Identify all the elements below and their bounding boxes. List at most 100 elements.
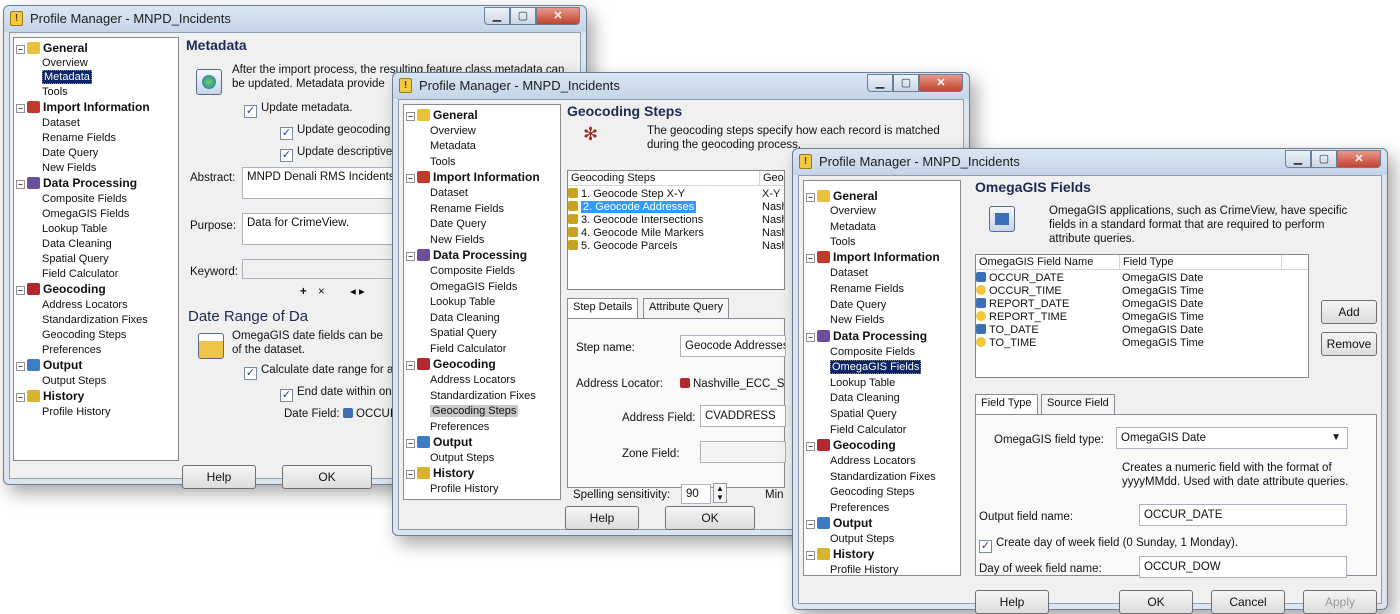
tree-item-data-cleaning[interactable]: Data Cleaning — [830, 391, 900, 405]
tree-item-lookup-table[interactable]: Lookup Table — [42, 222, 107, 236]
tree-group-general[interactable]: − General — [806, 189, 878, 203]
close-button[interactable]: ✕ — [1337, 150, 1381, 168]
tree-item-preferences[interactable]: Preferences — [430, 420, 489, 434]
tree-item-geocoding-steps[interactable]: Geocoding Steps — [830, 485, 914, 499]
tree-item-dataset[interactable]: Dataset — [430, 186, 468, 200]
output-field-name-input[interactable]: OCCUR_DATE — [1139, 504, 1347, 526]
tree-group-history[interactable]: − History — [406, 466, 474, 480]
address-locator-value[interactable]: Nashville_ECC_S — [680, 377, 784, 391]
tree-item-omegagis-fields[interactable]: OmegaGIS Fields — [42, 207, 129, 221]
tree-item-profile-history[interactable]: Profile History — [430, 482, 498, 496]
list-item[interactable]: REPORT_DATE — [976, 298, 1069, 311]
list-item[interactable]: 3. Geocode Intersections — [568, 214, 703, 227]
maximize-button[interactable]: ▢ — [1311, 150, 1337, 168]
ok-button[interactable]: OK — [1119, 590, 1193, 614]
date-field-value[interactable]: OCCUI — [343, 407, 393, 421]
add-keyword-button[interactable]: + — [300, 285, 307, 299]
column-header-steps[interactable]: Geocoding Steps — [568, 171, 760, 186]
tree-item-new-fields[interactable]: New Fields — [830, 313, 884, 327]
help-button[interactable]: Help — [975, 590, 1049, 614]
tree-item-composite-fields[interactable]: Composite Fields — [430, 264, 515, 278]
tree-group-output[interactable]: − Output — [16, 358, 82, 372]
tree-item-dataset[interactable]: Dataset — [830, 266, 868, 280]
tree-item-data-cleaning[interactable]: Data Cleaning — [430, 311, 500, 325]
step-name-field[interactable]: Geocode Addresses — [680, 335, 786, 357]
tree-group-data-processing[interactable]: − Data Processing — [406, 248, 527, 262]
maximize-button[interactable]: ▢ — [510, 7, 536, 25]
tree-group-import[interactable]: − Import Information — [806, 250, 940, 264]
cancel-button[interactable]: Cancel — [1211, 590, 1285, 614]
tree-item-metadata[interactable]: Metadata — [42, 70, 92, 84]
tree-item-standardization-fixes[interactable]: Standardization Fixes — [42, 313, 148, 327]
tree-item-composite-fields[interactable]: Composite Fields — [42, 192, 127, 206]
list-item[interactable]: OCCUR_DATE — [976, 272, 1064, 285]
tree-item-address-locators[interactable]: Address Locators — [42, 298, 128, 312]
field-type-dropdown[interactable]: OmegaGIS Date ▼ — [1116, 427, 1348, 449]
tree-item-standardization-fixes[interactable]: Standardization Fixes — [830, 470, 936, 484]
tree-group-geocoding[interactable]: − Geocoding — [406, 357, 496, 371]
tree-item-new-fields[interactable]: New Fields — [430, 233, 484, 247]
tree-item-metadata[interactable]: Metadata — [430, 139, 476, 153]
tree-group-geocoding[interactable]: − Geocoding — [806, 438, 896, 452]
column-header-locator[interactable]: Geocc — [760, 171, 784, 186]
tree-group-data-processing[interactable]: − Data Processing — [16, 176, 137, 190]
title-bar[interactable]: ! Profile Manager - MNPD_Incidents ▁ ▢ ✕ — [793, 149, 1387, 175]
tree-item-tools[interactable]: Tools — [430, 155, 456, 169]
close-button[interactable]: ✕ — [536, 7, 580, 25]
ok-button[interactable]: OK — [282, 465, 372, 489]
tree-group-general[interactable]: − General — [16, 41, 88, 55]
list-item[interactable]: OCCUR_TIME — [976, 285, 1062, 298]
list-item[interactable]: 5. Geocode Parcels — [568, 240, 678, 253]
tree-group-import[interactable]: − Import Information — [16, 100, 150, 114]
tree-group-history[interactable]: − History — [806, 547, 874, 561]
minimize-button[interactable]: ▁ — [867, 74, 893, 92]
minimize-button[interactable]: ▁ — [484, 7, 510, 25]
tree-item-overview[interactable]: Overview — [430, 124, 476, 138]
spelling-sensitivity-input[interactable]: 90 — [681, 484, 711, 504]
ok-button[interactable]: OK — [665, 506, 755, 530]
geocoding-steps-list[interactable]: Geocoding Steps Geocc 1. Geocode Step X-… — [567, 170, 785, 290]
tree-group-general[interactable]: − General — [406, 108, 478, 122]
tree-item-output-steps[interactable]: Output Steps — [430, 451, 494, 465]
update-geocoding-checkbox[interactable]: ✓ Update geocoding — [280, 123, 390, 140]
tree-item-lookup-table[interactable]: Lookup Table — [830, 376, 895, 390]
create-dow-checkbox[interactable]: ✓ Create day of week field (0 Sunday, 1 M… — [979, 536, 1238, 553]
tree-item-omegagis-fields[interactable]: OmegaGIS Fields — [830, 360, 922, 374]
delete-keyword-button[interactable]: × — [318, 285, 325, 299]
title-bar[interactable]: ! Profile Manager - MNPD_Incidents ▁ ▢ ✕ — [4, 6, 586, 32]
list-item[interactable]: REPORT_TIME — [976, 311, 1067, 324]
address-field-select[interactable]: CVADDRESS — [700, 405, 786, 427]
tree-group-import[interactable]: − Import Information — [406, 170, 540, 184]
minimize-button[interactable]: ▁ — [1285, 150, 1311, 168]
tree-item-dataset[interactable]: Dataset — [42, 116, 80, 130]
column-header-field-type[interactable]: Field Type — [1120, 255, 1282, 270]
tree-item-overview[interactable]: Overview — [830, 204, 876, 218]
tree-item-rename-fields[interactable]: Rename Fields — [830, 282, 904, 296]
tree-group-output[interactable]: − Output — [406, 435, 472, 449]
keyword-nav-buttons[interactable]: ◂ ▸ — [350, 285, 365, 299]
tree-item-spatial-query[interactable]: Spatial Query — [830, 407, 897, 421]
help-button[interactable]: Help — [565, 506, 639, 530]
tree-item-profile-history[interactable]: Profile History — [42, 405, 110, 419]
update-metadata-checkbox[interactable]: ✓ Update metadata. — [244, 101, 352, 118]
tree-item-date-query[interactable]: Date Query — [42, 146, 98, 160]
tree-group-output[interactable]: − Output — [806, 516, 872, 530]
tree-item-omegagis-fields[interactable]: OmegaGIS Fields — [430, 280, 517, 294]
tree-item-rename-fields[interactable]: Rename Fields — [42, 131, 116, 145]
spelling-spinner[interactable]: ▲ ▼ — [713, 483, 727, 503]
help-button[interactable]: Help — [182, 465, 256, 489]
list-item[interactable]: 1. Geocode Step X-Y — [568, 188, 685, 201]
tree-item-tools[interactable]: Tools — [830, 235, 856, 249]
tree-item-field-calculator[interactable]: Field Calculator — [430, 342, 506, 356]
tree-item-spatial-query[interactable]: Spatial Query — [430, 326, 497, 340]
tree-item-output-steps[interactable]: Output Steps — [830, 532, 894, 546]
tree-item-output-steps[interactable]: Output Steps — [42, 374, 106, 388]
tree-item-preferences[interactable]: Preferences — [830, 501, 889, 515]
tree-item-field-calculator[interactable]: Field Calculator — [830, 423, 906, 437]
tree-item-spatial-query[interactable]: Spatial Query — [42, 252, 109, 266]
purpose-field[interactable]: Data for CrimeView. — [242, 213, 402, 245]
tab-field-type[interactable]: Field Type — [975, 394, 1038, 414]
abstract-field[interactable]: MNPD Denali RMS Incidents i — [242, 167, 402, 199]
omegagis-fields-list[interactable]: OmegaGIS Field Name Field Type OCCUR_DAT… — [975, 254, 1309, 378]
list-item-selected[interactable]: 2. Geocode Addresses — [568, 201, 697, 214]
